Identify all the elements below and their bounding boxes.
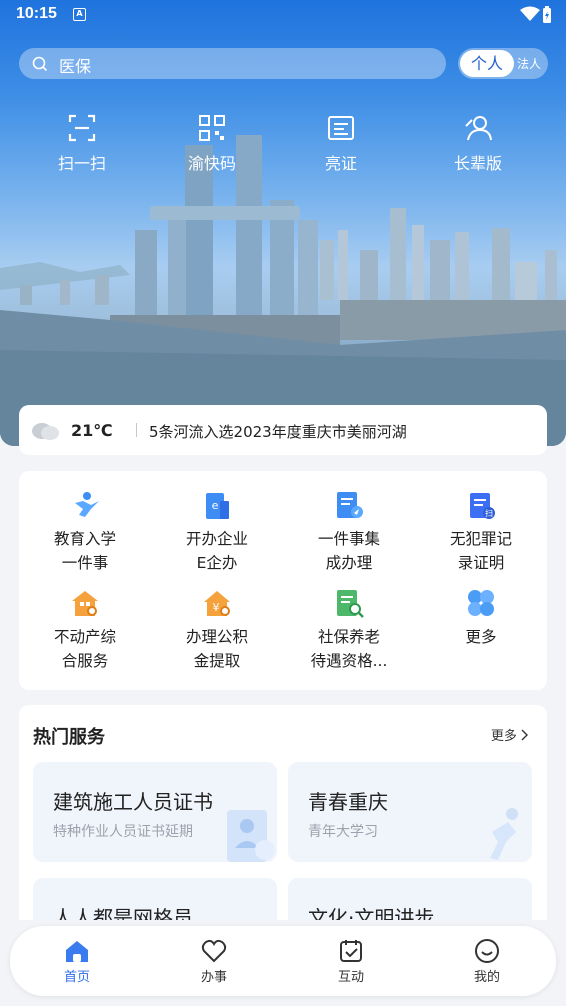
service-education-enrollment[interactable]: 教育入学 一件事: [19, 489, 151, 575]
hot-services-section: 热门服务 更多 建筑施工人员证书 特种作业人员证书延期 青春重庆 青年大学习 人…: [19, 705, 547, 920]
card-subtitle: 特种作业人员证书延期: [53, 824, 193, 840]
service-label-line1: 无犯罪记: [449, 530, 512, 548]
more-grid-icon: [468, 590, 494, 616]
wifi-icon: [520, 6, 540, 21]
tab-label: 互动: [337, 970, 364, 985]
calendar-check-icon: [340, 940, 362, 962]
service-label-line1: 社保养老: [317, 628, 380, 646]
bottom-tab-bar: 首页 办事 互动 我的: [10, 926, 556, 996]
housing-fund-icon: ¥: [204, 591, 230, 616]
battery-icon: [543, 6, 551, 23]
search-icon: [32, 56, 48, 72]
service-label-line2: 合服务: [61, 652, 109, 670]
service-label-line1: 教育入学: [53, 530, 116, 548]
svg-text:¥: ¥: [213, 601, 220, 614]
news-ticker[interactable]: 21℃ 5条河流入选2023年度重庆市美丽河湖: [19, 405, 547, 455]
status-bar: 10:15 A: [0, 0, 566, 30]
divider: [136, 423, 137, 437]
tab-profile[interactable]: 我的: [447, 938, 527, 985]
enterprise-icon: e: [206, 493, 229, 519]
service-label-line1: 开办企业: [185, 530, 248, 548]
no-criminal-record-icon: 扫: [470, 493, 495, 519]
integrated-service-icon: [337, 492, 363, 518]
heart-icon: [201, 939, 227, 963]
quick-action-elder-mode[interactable]: 长辈版: [428, 112, 528, 174]
smile-icon: [475, 939, 499, 963]
tab-services[interactable]: 办事: [174, 938, 254, 985]
news-headline[interactable]: 5条河流入选2023年度重庆市美丽河湖: [149, 421, 407, 442]
tab-label: 办事: [200, 970, 227, 985]
service-grid: 教育入学 一件事 e 开办企业 E企办 一件事集 成办理 扫 无犯罪记 录证明 …: [19, 471, 547, 690]
quick-action-label: 渝快码: [187, 154, 236, 173]
section-title: 热门服务: [33, 727, 105, 748]
worker-illustration-icon: [227, 810, 275, 862]
card-title: 青春重庆: [308, 790, 388, 814]
service-start-business[interactable]: e 开办企业 E企办: [151, 489, 283, 575]
weather-temperature: 21℃: [71, 421, 113, 440]
id-card-icon: [328, 116, 354, 140]
cloud-icon: [32, 423, 59, 440]
toggle-personal[interactable]: 个人: [460, 50, 514, 77]
quick-action-scan[interactable]: 扫一扫: [32, 112, 132, 174]
home-icon: [66, 941, 88, 962]
tab-label: 我的: [473, 970, 500, 985]
runner-illustration-icon: [490, 808, 518, 860]
quick-action-label: 亮证: [324, 154, 357, 173]
quick-action-id-card[interactable]: 亮证: [291, 112, 391, 174]
search-input[interactable]: 医保: [19, 48, 446, 79]
hot-service-card[interactable]: 文化·文明讲步: [288, 878, 532, 920]
svg-text:e: e: [212, 499, 219, 512]
card-subtitle: 青年大学习: [308, 824, 378, 840]
service-label-line1: 一件事集: [317, 530, 380, 548]
card-title: 文化·文明讲步: [308, 906, 435, 920]
service-label-line1: 不动产综: [53, 628, 116, 646]
more-label: 更多: [490, 729, 517, 744]
tab-interaction[interactable]: 互动: [311, 938, 391, 985]
quick-action-label: 长辈版: [453, 154, 502, 173]
education-icon: [75, 492, 99, 517]
elder-mode-icon: [465, 116, 492, 141]
toggle-legal-entity[interactable]: 法人: [517, 55, 541, 72]
hot-service-card[interactable]: 青春重庆 青年大学习: [288, 762, 532, 862]
card-title: 建筑施工人员证书: [53, 790, 213, 814]
svg-text:扫: 扫: [485, 508, 493, 518]
quick-action-qr-code[interactable]: 渝快码: [162, 112, 262, 174]
scan-icon: [68, 114, 96, 142]
service-no-criminal-record[interactable]: 扫 无犯罪记 录证明: [415, 489, 547, 575]
real-estate-icon: [72, 591, 98, 616]
social-security-icon: [337, 590, 364, 618]
hot-service-card[interactable]: 人人都是网格员: [33, 878, 277, 920]
qr-code-icon: [199, 115, 225, 141]
search-placeholder: 医保: [59, 57, 92, 76]
service-social-security-pension[interactable]: 社保养老 待遇资格...: [283, 587, 415, 673]
card-title: 人人都是网格员: [53, 906, 193, 920]
service-more[interactable]: 更多: [415, 587, 547, 649]
service-label-line2: 录证明: [457, 554, 505, 572]
service-integrated-handling[interactable]: 一件事集 成办理: [283, 489, 415, 575]
tab-home[interactable]: 首页: [37, 938, 117, 985]
service-label-line2: 一件事: [61, 554, 109, 572]
service-label-line2: 待遇资格...: [310, 652, 388, 670]
service-label-line2: E企办: [196, 554, 238, 572]
service-label-line2: 金提取: [193, 652, 241, 670]
service-label-line2: 成办理: [325, 554, 373, 572]
tab-label: 首页: [63, 970, 90, 985]
notification-icon: A: [73, 8, 86, 21]
service-label-line1: 办理公积: [185, 628, 248, 646]
service-housing-fund-withdrawal[interactable]: ¥ 办理公积 金提取: [151, 587, 283, 673]
chevron-right-icon: [521, 729, 528, 741]
status-time: 10:15: [16, 5, 57, 22]
more-link[interactable]: 更多: [491, 725, 529, 744]
identity-toggle[interactable]: 个人 法人: [458, 48, 548, 79]
service-label-line1: 更多: [465, 628, 497, 646]
quick-action-label: 扫一扫: [57, 154, 106, 173]
service-real-estate[interactable]: 不动产综 合服务: [19, 587, 151, 673]
hot-service-card[interactable]: 建筑施工人员证书 特种作业人员证书延期: [33, 762, 277, 862]
